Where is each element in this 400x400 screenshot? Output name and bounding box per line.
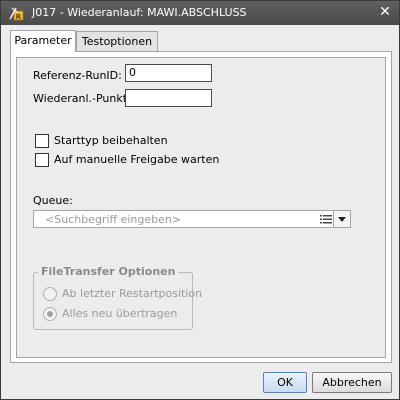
- queue-label: Queue:: [33, 194, 73, 207]
- wiederanl-punkt-label: Wiederanl.-Punkt:: [33, 92, 131, 105]
- svg-text:R: R: [16, 13, 22, 21]
- tab-testoptionen-label: Testoptionen: [81, 35, 153, 48]
- tab-testoptionen[interactable]: Testoptionen: [76, 31, 158, 51]
- list-icon[interactable]: [320, 214, 332, 225]
- window-title: J017 - Wiederanlauf: MAWI.ABSCHLUSS: [32, 6, 247, 19]
- tab-parameter-label: Parameter: [14, 34, 72, 47]
- freigabe-checkbox[interactable]: [35, 153, 49, 167]
- wiederanl-punkt-input[interactable]: [125, 89, 212, 107]
- filetransfer-title: FileTransfer Optionen: [38, 265, 179, 278]
- radio-label: Alles neu übertragen: [62, 307, 178, 320]
- ok-button[interactable]: OK: [263, 372, 307, 393]
- close-icon[interactable]: ✕: [377, 4, 393, 20]
- queue-combobox[interactable]: <Suchbegriff eingeben>: [33, 210, 351, 228]
- radio-dot-icon: [47, 311, 53, 317]
- cancel-button[interactable]: Abbrechen: [312, 372, 392, 393]
- filetransfer-groupbox: FileTransfer Optionen Ab letzter Restart…: [33, 265, 202, 330]
- referenz-runid-input[interactable]: [125, 64, 212, 82]
- starttyp-label: Starttyp beibehalten: [54, 134, 168, 147]
- chevron-down-icon[interactable]: [333, 211, 350, 227]
- title-bar[interactable]: R J017 - Wiederanlauf: MAWI.ABSCHLUSS ✕: [1, 1, 399, 25]
- jobstart-icon: R: [8, 5, 24, 21]
- parameter-panel: Referenz-RunID: Wiederanl.-Punkt: Startt…: [16, 57, 386, 358]
- radio-label: Ab letzter Restartposition: [62, 287, 203, 300]
- tab-panel: Referenz-RunID: Wiederanl.-Punkt: Startt…: [10, 51, 392, 363]
- starttyp-checkbox[interactable]: [35, 134, 49, 148]
- freigabe-label: Auf manuelle Freigabe warten: [54, 153, 220, 166]
- queue-placeholder: <Suchbegriff eingeben>: [45, 213, 182, 226]
- radio-button-selected[interactable]: [43, 307, 57, 321]
- dialog-window: R J017 - Wiederanlauf: MAWI.ABSCHLUSS ✕ …: [0, 0, 400, 400]
- tab-parameter[interactable]: Parameter: [10, 30, 76, 52]
- radio-button[interactable]: [43, 287, 57, 301]
- referenz-runid-label: Referenz-RunID:: [33, 69, 122, 82]
